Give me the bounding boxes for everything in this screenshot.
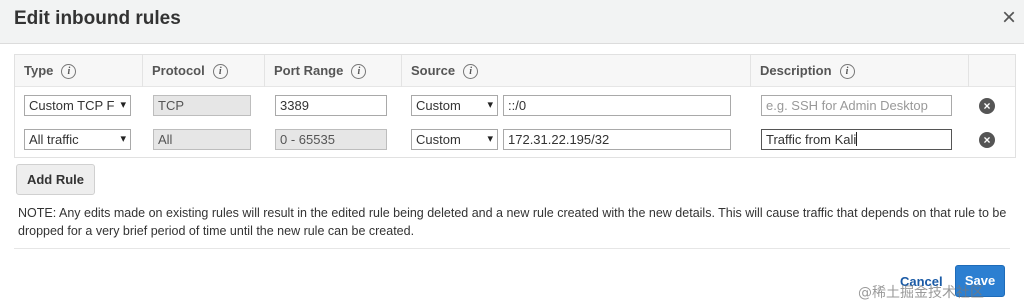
type-select[interactable]: Custom TCP F: [24, 95, 131, 116]
table-row: All traffic All 0 - 65535 Custom 172.31.…: [15, 127, 1015, 161]
port-range-field: 0 - 65535: [275, 129, 387, 150]
description-value: Traffic from Kali: [766, 132, 857, 147]
info-icon[interactable]: i: [351, 64, 367, 79]
column-header-protocol: Protocol i: [143, 55, 265, 87]
info-icon[interactable]: i: [463, 64, 479, 79]
info-icon[interactable]: i: [61, 64, 77, 79]
dialog-title: Edit inbound rules: [14, 8, 181, 29]
close-icon[interactable]: ×: [1002, 6, 1016, 30]
column-header-type: Type i: [15, 55, 143, 87]
column-header-protocol-label: Protocol: [152, 63, 205, 78]
source-type-select[interactable]: Custom: [411, 129, 498, 150]
column-header-description: Description i: [751, 55, 969, 87]
watermark: @稀土掘金技术社区: [858, 285, 984, 301]
description-input[interactable]: e.g. SSH for Admin Desktop: [761, 95, 952, 116]
column-header-type-label: Type: [24, 63, 54, 78]
edit-warning-note: NOTE: Any edits made on existing rules w…: [18, 206, 1007, 238]
source-input[interactable]: 172.31.22.195/32: [503, 129, 731, 150]
column-header-source-label: Source: [411, 63, 456, 78]
source-input[interactable]: ::/0: [503, 95, 731, 116]
column-header-port-range-label: Port Range: [274, 63, 344, 78]
protocol-field: TCP: [153, 95, 251, 116]
description-input[interactable]: Traffic from Kali: [761, 129, 952, 150]
table-header: Type i Protocol i Port Range i Source i Desc…: [15, 55, 1015, 87]
protocol-field: All: [153, 129, 251, 150]
remove-rule-icon[interactable]: ×: [979, 132, 995, 148]
column-header-source: Source i: [402, 55, 751, 87]
table-row: Custom TCP F TCP 3389 Custom ::/0 e.g. S…: [15, 93, 1015, 127]
port-range-input[interactable]: 3389: [275, 95, 387, 116]
footer-divider: [14, 248, 1010, 249]
remove-rule-icon[interactable]: ×: [979, 98, 995, 114]
source-type-select[interactable]: Custom: [411, 95, 498, 116]
info-icon[interactable]: i: [839, 64, 855, 79]
dialog-header: Edit inbound rules ×: [0, 0, 1024, 44]
info-icon[interactable]: i: [212, 64, 228, 79]
inbound-rules-table: Type i Protocol i Port Range i Source i Desc…: [14, 54, 1016, 158]
type-select[interactable]: All traffic: [24, 129, 131, 150]
text-cursor: [856, 132, 858, 146]
add-rule-button[interactable]: Add Rule: [16, 164, 95, 195]
column-header-port-range: Port Range i: [265, 55, 402, 87]
column-header-description-label: Description: [760, 63, 832, 78]
